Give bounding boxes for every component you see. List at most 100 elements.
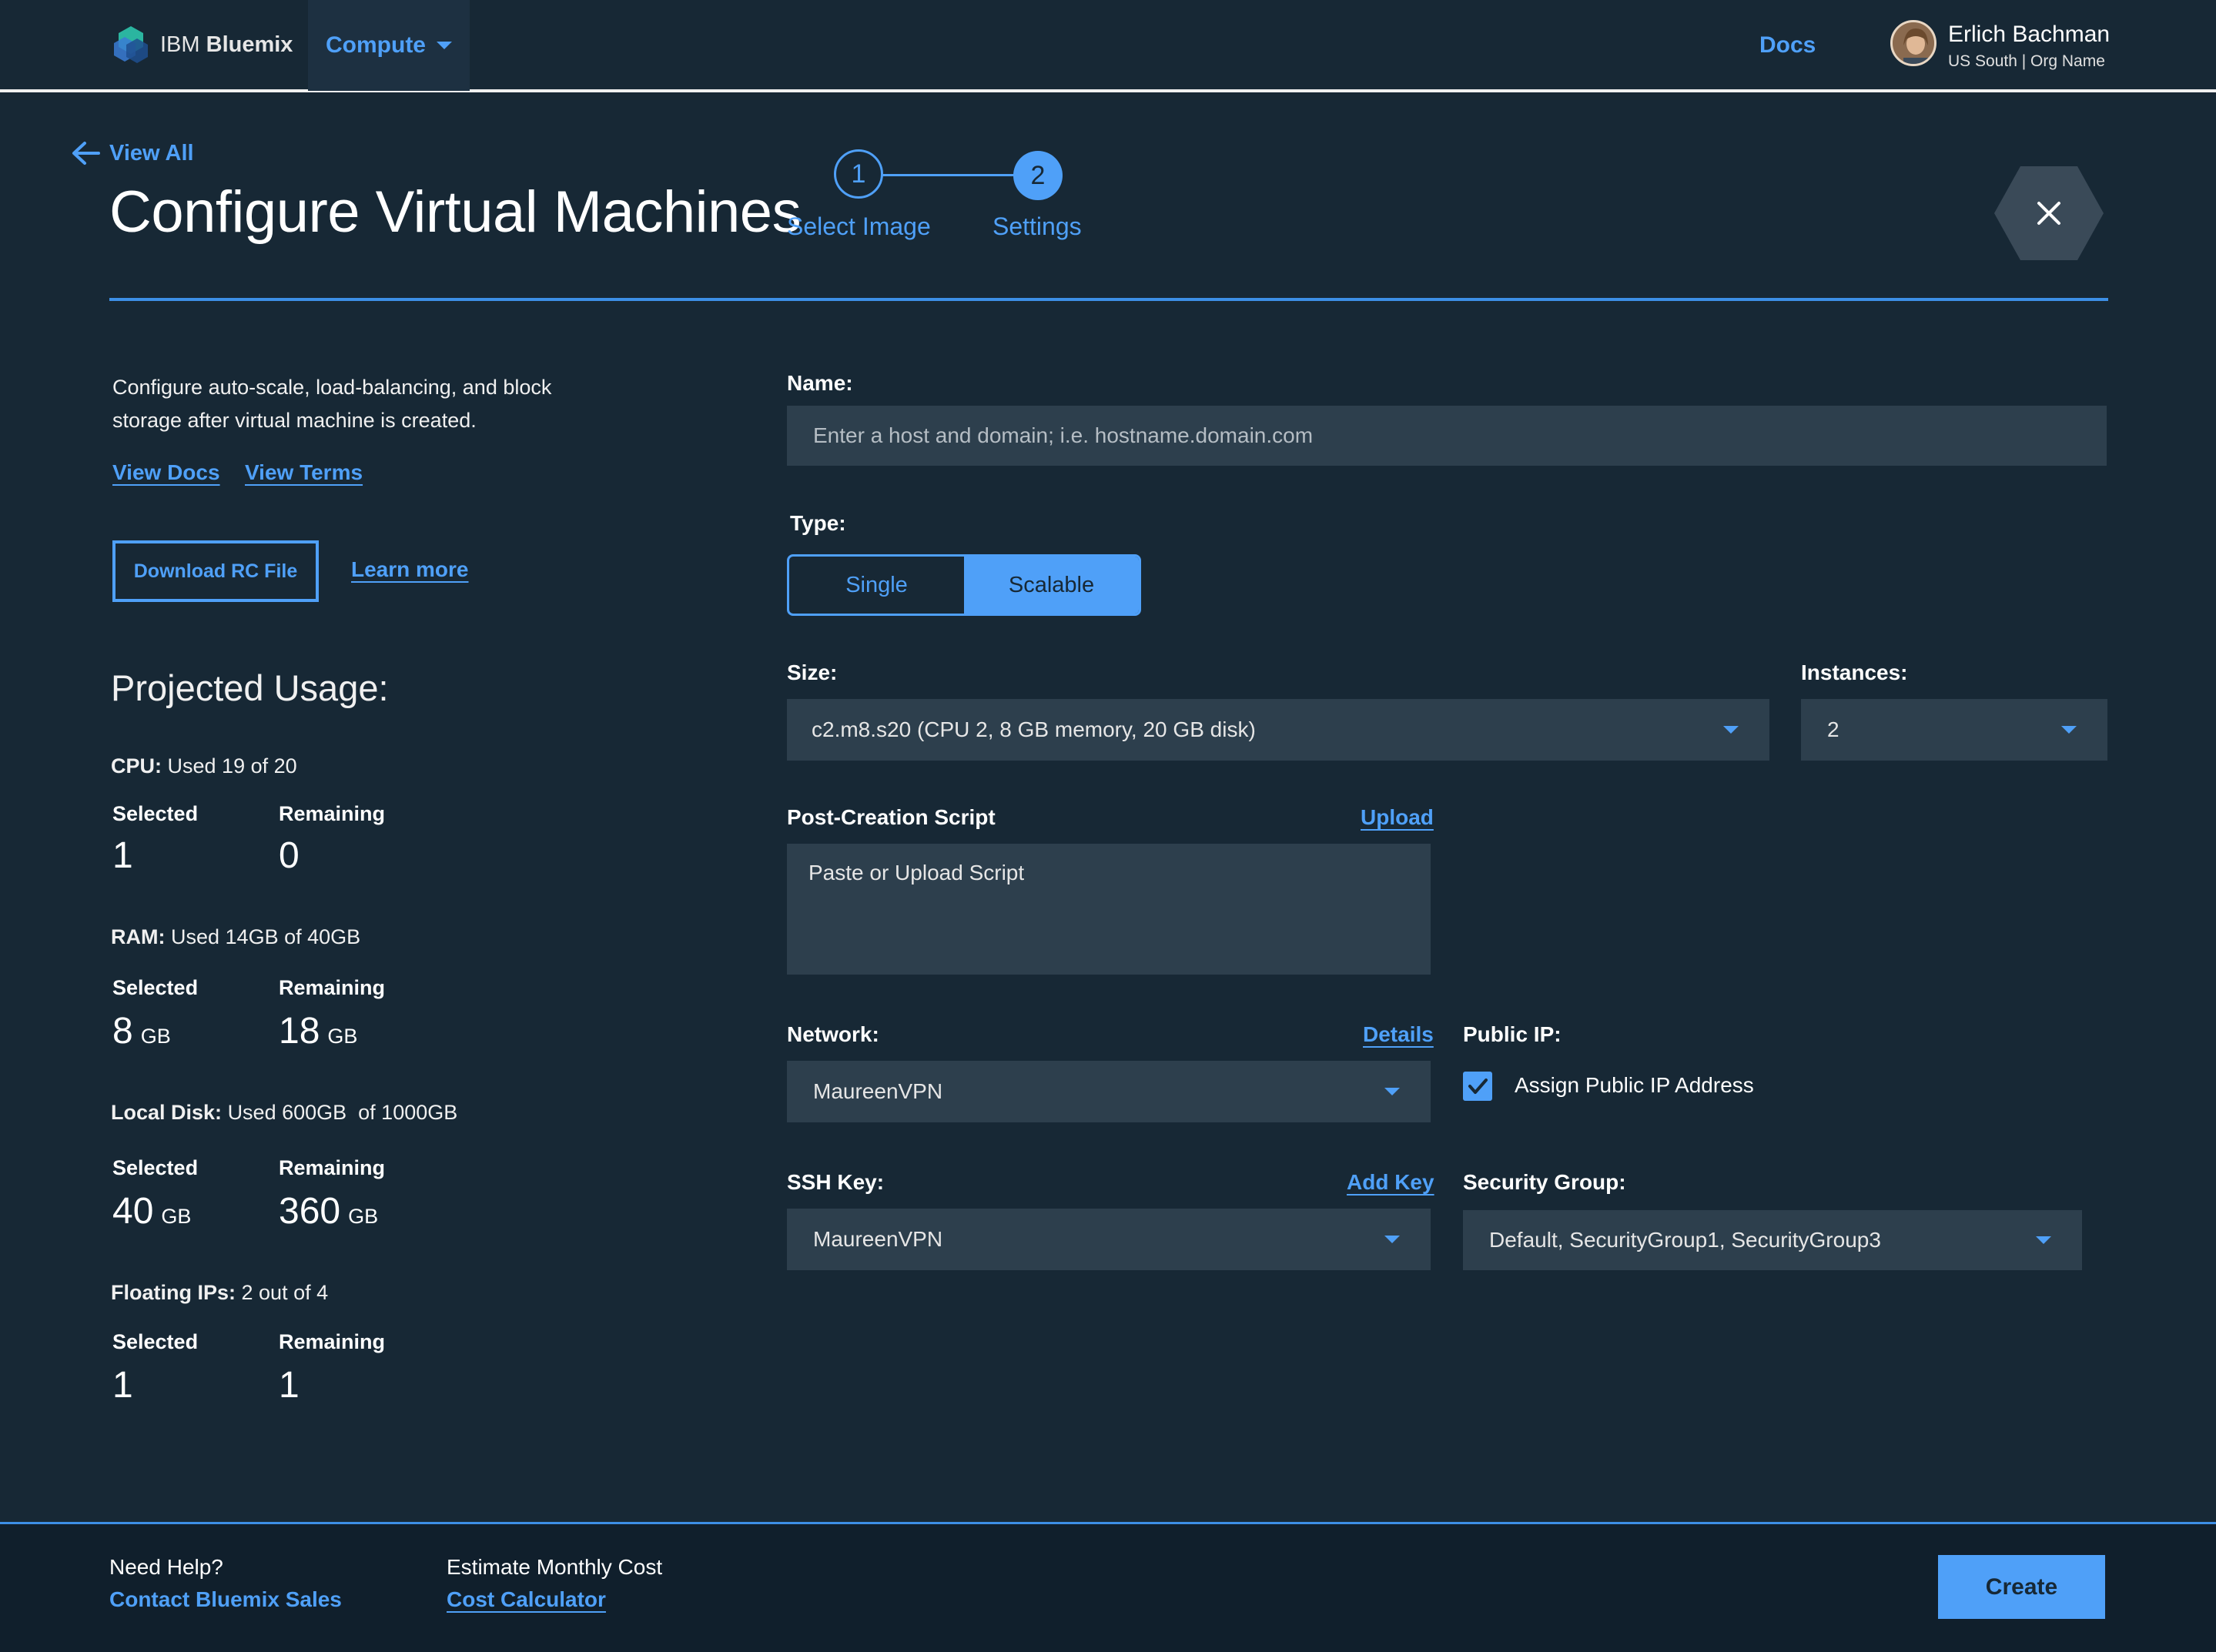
usage-disk-selected-label: Selected [112,1156,199,1179]
chevron-down-icon [2036,1236,2051,1244]
name-input[interactable]: Enter a host and domain; i.e. hostname.d… [787,406,2107,466]
page-title: Configure Virtual Machines [109,179,802,245]
usage-ram-remaining-value: 18 GB [279,1010,357,1052]
usage-ram-detail: Used 14GB of 40GB [171,925,361,948]
usage-ram-selected-number: 8 [112,1011,133,1052]
usage-disk-remaining-label: Remaining [279,1156,386,1179]
back-link[interactable]: View All [71,140,194,166]
arrow-left-icon [72,142,100,165]
download-rc-file-button[interactable]: Download RC File [112,540,319,602]
usage-cpu-heading: CPU: Used 19 of 20 [111,754,297,778]
usage-cpu-remaining-value: 0 [279,834,307,877]
usage-ip-remaining-label: Remaining [279,1330,386,1353]
cost-calculator-link[interactable]: Cost Calculator [447,1587,606,1612]
public-ip-label: Public IP: [1463,1022,1562,1046]
network-label: Network: [787,1022,879,1046]
chevron-down-icon [2061,726,2077,734]
ssh-key-label: SSH Key: [787,1170,885,1194]
ssh-key-select[interactable]: MaureenVPN [787,1209,1431,1270]
script-placeholder: Paste or Upload Script [808,861,1025,885]
security-group-label: Security Group: [1463,1170,1626,1194]
usage-cpu-remaining-number: 0 [279,835,300,876]
public-ip-checkbox[interactable] [1463,1072,1492,1101]
usage-disk-selected-number: 40 [112,1191,154,1232]
checkmark-icon [1468,1078,1488,1094]
chevron-down-icon [437,42,452,49]
step-1-indicator[interactable]: 1 [834,149,883,199]
usage-disk-selected-unit: GB [161,1205,192,1228]
usage-ip-selected-label: Selected [112,1330,199,1353]
usage-ram-remaining-number: 18 [279,1011,320,1052]
usage-ip-heading: Floating IPs: 2 out of 4 [111,1281,328,1305]
name-input-placeholder: Enter a host and domain; i.e. hostname.d… [813,423,1314,447]
network-details-link[interactable]: Details [1363,1022,1434,1047]
network-select-value: MaureenVPN [813,1079,943,1103]
projected-usage-title: Projected Usage: [111,667,389,708]
usage-ram-remaining-label: Remaining [279,976,386,999]
usage-ram-selected-value: 8 GB [112,1010,171,1052]
security-group-select[interactable]: Default, SecurityGroup1, SecurityGroup3 [1463,1210,2082,1270]
post-creation-script-textarea[interactable]: Paste or Upload Script [787,844,1431,975]
view-terms-link[interactable]: View Terms [245,460,363,485]
type-toggle[interactable]: Single Scalable [787,554,1141,616]
usage-cpu-remaining-label: Remaining [279,802,386,825]
close-icon [2037,202,2060,225]
user-org: US South | Org Name [1948,52,2105,70]
usage-ram-selected-unit: GB [140,1025,171,1048]
bluemix-logo-icon[interactable] [109,23,152,66]
upload-script-link[interactable]: Upload [1361,805,1434,830]
size-label: Size: [787,660,838,684]
usage-ip-name: Floating IPs: [111,1281,236,1304]
step-1-label[interactable]: Select Image [787,212,931,241]
instances-label: Instances: [1801,660,1908,684]
usage-disk-remaining-number: 360 [279,1191,341,1232]
type-option-scalable[interactable]: Scalable [964,557,1139,614]
usage-cpu-selected-label: Selected [112,802,199,825]
learn-more-link[interactable]: Learn more [351,557,469,582]
close-button[interactable] [1993,165,2105,262]
intro-text: Configure auto-scale, load-balancing, an… [112,371,551,437]
usage-ip-selected-number: 1 [112,1365,133,1406]
add-key-link[interactable]: Add Key [1347,1170,1434,1195]
usage-ip-detail: 2 out of 4 [241,1281,329,1304]
create-button[interactable]: Create [1938,1555,2105,1619]
back-link-label: View All [109,140,194,166]
public-ip-option-label[interactable]: Assign Public IP Address [1515,1073,1754,1098]
estimate-cost-text: Estimate Monthly Cost [447,1555,663,1579]
usage-disk-heading: Local Disk: Used 600GB of 1000GB [111,1101,457,1125]
usage-ram-name: RAM: [111,925,166,948]
user-name[interactable]: Erlich Bachman [1948,22,2110,48]
usage-disk-remaining-value: 360 GB [279,1190,378,1232]
compute-menu[interactable]: Compute [308,0,470,91]
usage-disk-remaining-unit: GB [348,1205,379,1228]
name-label: Name: [787,371,853,395]
usage-ip-remaining-value: 1 [279,1364,307,1406]
size-select[interactable]: c2.m8.s20 (CPU 2, 8 GB memory, 20 GB dis… [787,699,1769,761]
ssh-key-select-value: MaureenVPN [813,1227,943,1251]
type-option-single[interactable]: Single [789,557,964,614]
usage-ip-remaining-number: 1 [279,1365,300,1406]
intro-line-2: storage after virtual machine is created… [112,409,477,432]
compute-menu-label: Compute [326,32,426,58]
usage-disk-name: Local Disk: [111,1101,223,1124]
docs-link[interactable]: Docs [1759,32,1816,59]
size-select-value: c2.m8.s20 (CPU 2, 8 GB memory, 20 GB dis… [812,717,1256,741]
avatar[interactable] [1890,20,1936,66]
usage-ram-remaining-unit: GB [327,1025,358,1048]
instances-select[interactable]: 2 [1801,699,2107,761]
usage-cpu-selected-number: 1 [112,835,133,876]
intro-line-1: Configure auto-scale, load-balancing, an… [112,376,552,399]
usage-cpu-selected-value: 1 [112,834,141,877]
instances-select-value: 2 [1827,717,1839,741]
step-connector [882,174,1015,176]
top-navigation-bar: IBM Bluemix Compute Docs Erlich Bachman … [0,0,2216,92]
step-2-label[interactable]: Settings [993,212,1082,241]
network-select[interactable]: MaureenVPN [787,1061,1431,1122]
brand-name[interactable]: IBM Bluemix [160,32,293,58]
view-docs-link[interactable]: View Docs [112,460,220,485]
chevron-down-icon [1384,1236,1400,1243]
contact-sales-link[interactable]: Contact Bluemix Sales [109,1587,342,1612]
chevron-down-icon [1384,1088,1400,1095]
post-creation-script-label: Post-Creation Script [787,805,996,829]
step-2-indicator[interactable]: 2 [1013,151,1063,200]
